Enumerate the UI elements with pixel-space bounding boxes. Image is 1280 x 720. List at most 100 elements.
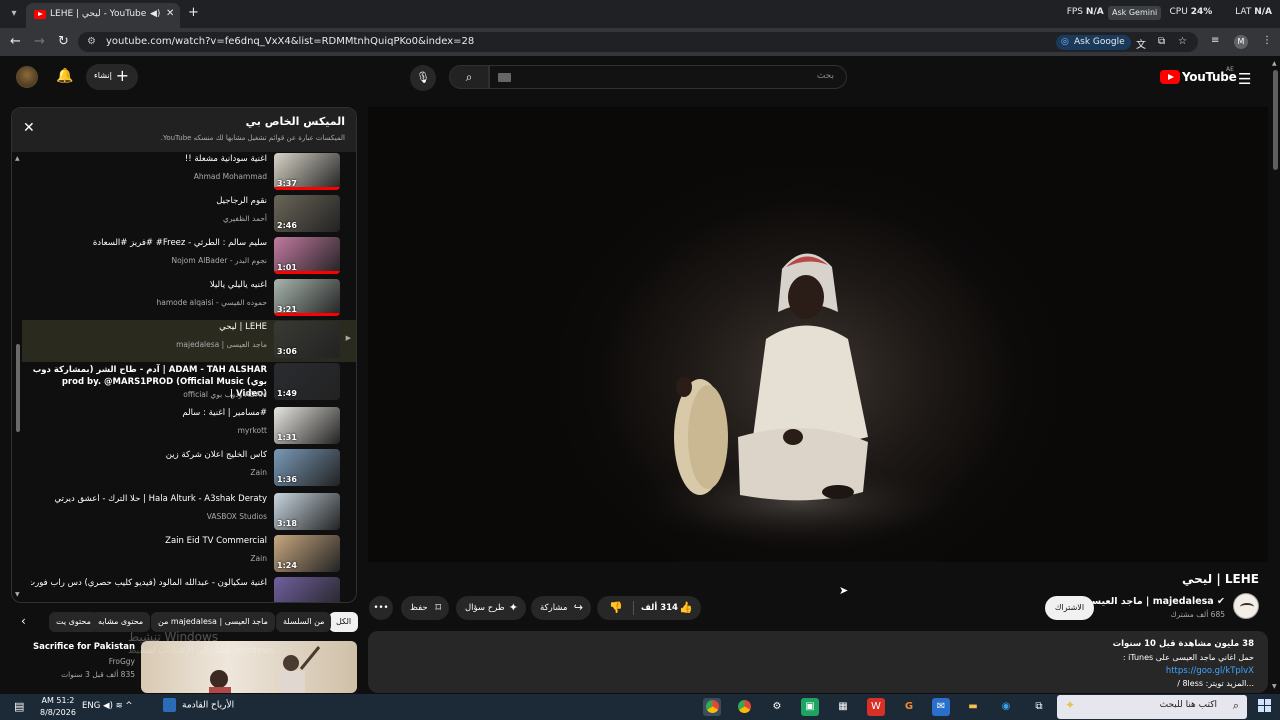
playlist-item[interactable]: 3:37 اغنية سودانية مشعلة !! Ahmad Mohammad [22, 152, 356, 194]
playlist-item-thumbnail[interactable]: 3:21 [274, 279, 340, 316]
media-control-icon[interactable]: ≡ [1211, 35, 1219, 46]
install-app-icon[interactable]: ⧉ [1158, 36, 1165, 47]
playlist-item-thumbnail[interactable]: 2:46 [274, 195, 340, 232]
chrome-alt-taskbar-icon[interactable] [735, 698, 753, 716]
guide-menu-icon[interactable]: ☰ [1238, 70, 1251, 88]
notifications-bell-icon[interactable]: 🔔 [56, 68, 73, 84]
g-app-taskbar-icon[interactable]: G [900, 698, 918, 716]
browser-tab[interactable]: LEHE | ليحي - YouTube ◀) ✕ [26, 3, 180, 28]
like-count[interactable]: 314 ألف [641, 596, 678, 620]
playlist-item-thumbnail[interactable]: 1:36 [274, 449, 340, 486]
ask-google-button[interactable]: Ask Google [1056, 35, 1131, 50]
playlist-scrollbar[interactable]: ▲ ▼ [15, 152, 21, 600]
app-taskbar-icon[interactable]: ▣ [801, 698, 819, 716]
site-info-icon[interactable]: ⚙ [87, 36, 96, 47]
task-view-icon[interactable]: ⧉ [1030, 698, 1048, 716]
channel-name-text[interactable]: majedalesa | ماجد العيسى [1082, 596, 1214, 607]
taskbar-search-box[interactable]: ✦ اكتب هنا للبحث ⌕ [1057, 695, 1247, 719]
notification-center-icon[interactable]: ▤ [14, 700, 24, 713]
playlist-item[interactable]: 3:06 LEHE | ليحي ماجد العيسى | majedalesa ▶ [22, 320, 356, 362]
page-scroll-down-icon[interactable]: ▼ [1272, 683, 1277, 690]
playlist-item-thumbnail[interactable]: 3:06 [274, 321, 340, 358]
playlist-item-thumbnail[interactable]: 1:31 [274, 407, 340, 444]
playlist-item-title[interactable]: نقوم الرجاجيل [31, 196, 267, 206]
page-scroll-up-icon[interactable]: ▲ [1272, 60, 1277, 67]
playlist-item[interactable]: 1:31 #مسامير | أغنية : سالم myrkott [22, 406, 356, 448]
playlist-item-thumbnail[interactable]: 3:37 [274, 153, 340, 190]
channel-name[interactable]: ✔ majedalesa | ماجد العيسى [1082, 596, 1225, 607]
playlist-item-title[interactable]: سليم سالم : الطرثي - Freez# #فريز #السعا… [31, 238, 267, 248]
search-input[interactable]: بحث [489, 65, 847, 89]
playlist-item-title[interactable]: #مسامير | أغنية : سالم [31, 408, 267, 418]
recommended-title[interactable]: Sacrifice for Pakistan [33, 642, 135, 652]
browser-menu-icon[interactable]: ⋮ [1262, 35, 1272, 46]
chips-scroll-left-icon[interactable]: ‹ [21, 614, 26, 628]
playlist-item-title[interactable]: Hala Alturk - A3shak Deraty | حلا الترك … [31, 494, 267, 504]
subscribe-button[interactable]: الاشتراك [1045, 596, 1094, 620]
playlist-item-title[interactable]: اغنية سودانية مشعلة !! [31, 154, 267, 164]
channel-avatar[interactable] [1233, 593, 1259, 619]
close-playlist-icon[interactable]: ✕ [23, 120, 35, 136]
chip-all[interactable]: الكل [329, 612, 359, 632]
playlist-item[interactable]: 1:49 ADAM - TAH ALSHAR | آدم - طاح الشر (… [22, 362, 356, 404]
scroll-up-icon[interactable]: ▲ [15, 155, 20, 162]
new-tab-icon[interactable]: + [188, 5, 199, 20]
keyboard-icon[interactable] [498, 73, 511, 82]
chip-from-series[interactable]: من السلسلة [276, 612, 332, 632]
chip-from-channel[interactable]: من majedalesa | ماجد العيسى [151, 612, 275, 632]
address-bar[interactable]: ⚙ youtube.com/watch?v=fe6dnq_VxX4&list=R… [78, 32, 1198, 52]
page-scrollbar-thumb[interactable] [1273, 70, 1278, 170]
close-tab-icon[interactable]: ✕ [166, 8, 174, 19]
search-button[interactable]: ⌕ [449, 65, 489, 89]
scroll-down-icon[interactable]: ▼ [15, 591, 20, 598]
playlist-item-title[interactable]: أغنية سكيالون - عبدالله المالود (فيديو ك… [31, 578, 267, 588]
playlist-item[interactable]: 1:36 كاس الخليج اعلان شركة زين Zain [22, 448, 356, 490]
edge-taskbar-icon[interactable]: ◉ [997, 698, 1015, 716]
windows-start-icon[interactable] [1258, 699, 1272, 713]
playlist-item[interactable]: 3:21 أغنيه ياليلي ياليلا حموده القيسي - ha… [22, 278, 356, 320]
taskbar-clock[interactable]: AM 51:2 8/8/2026 [40, 695, 76, 719]
url-text[interactable]: youtube.com/watch?v=fe6dnq_VxX4&list=RDM… [106, 36, 474, 47]
tab-search-icon[interactable]: ▾ [6, 6, 22, 22]
like-icon[interactable]: 👍 [679, 596, 693, 620]
playlist-item-thumbnail[interactable]: 1:01 [274, 237, 340, 274]
user-avatar[interactable] [16, 66, 38, 88]
bookmark-star-icon[interactable]: ☆ [1178, 36, 1187, 47]
mail-taskbar-icon[interactable]: ✉ [932, 698, 950, 716]
playlist-item-thumbnail[interactable] [274, 577, 340, 602]
tray-chevron-icon[interactable]: ^ [125, 701, 132, 711]
back-icon[interactable]: ← [10, 34, 21, 49]
ask-question-button[interactable]: طرح سؤال ✦ [456, 596, 526, 620]
chrome-taskbar-icon[interactable] [703, 698, 721, 716]
playlist-item[interactable]: أغنية سكيالون - عبدالله المالود (فيديو ك… [22, 576, 356, 602]
news-widget[interactable]: الأرباح القادمة [163, 698, 234, 712]
playlist-item[interactable]: 1:24 Zain Eid TV Commercial Zain [22, 534, 356, 576]
video-player[interactable] [368, 107, 1268, 562]
playlist-item-title[interactable]: أغنيه ياليلي ياليلا [31, 280, 267, 290]
playlist-item[interactable]: 3:18 Hala Alturk - A3shak Deraty | حلا ال… [22, 492, 356, 534]
recommended-channel[interactable]: FroGgy [109, 657, 135, 666]
wifi-icon[interactable]: ≋ [116, 701, 126, 711]
itunes-link[interactable]: https://goo.gl/kTplvX [1166, 666, 1254, 676]
description-box[interactable]: 38 مليون مشاهدة قبل 10 سنوات حمل اغاني م… [368, 631, 1268, 693]
forward-icon[interactable]: → [34, 34, 45, 49]
playlist-item[interactable]: 1:01 سليم سالم : الطرثي - Freez# #فريز #ا… [22, 236, 356, 278]
playlist-item-thumbnail[interactable]: 3:18 [274, 493, 340, 530]
store-taskbar-icon[interactable]: ▦ [834, 698, 852, 716]
voice-search-mic-icon[interactable]: 🎙 [410, 65, 436, 91]
dislike-icon[interactable]: 👎 [609, 596, 623, 620]
save-button[interactable]: حفظ ⌑ [401, 596, 449, 620]
translate-icon[interactable]: 文 [1136, 36, 1146, 51]
playlist-item-title[interactable]: كاس الخليج اعلان شركة زين [31, 450, 267, 460]
share-button[interactable]: مشاركة ↪ [531, 596, 591, 620]
playlist-item-title[interactable]: LEHE | ليحي [31, 322, 267, 332]
scrollbar-thumb[interactable] [16, 344, 20, 432]
more-actions-icon[interactable]: ••• [369, 596, 393, 620]
chip-more[interactable]: محتوى يت [49, 612, 98, 632]
playlist-item-title[interactable]: Zain Eid TV Commercial [31, 536, 267, 546]
audio-playing-icon[interactable]: ◀) [150, 9, 160, 19]
playlist-item-thumbnail[interactable]: 1:24 [274, 535, 340, 572]
page-scrollbar[interactable]: ▲ ▼ [1270, 56, 1280, 692]
language-indicator[interactable]: ENG [82, 701, 100, 711]
wps-taskbar-icon[interactable]: W [867, 698, 885, 716]
